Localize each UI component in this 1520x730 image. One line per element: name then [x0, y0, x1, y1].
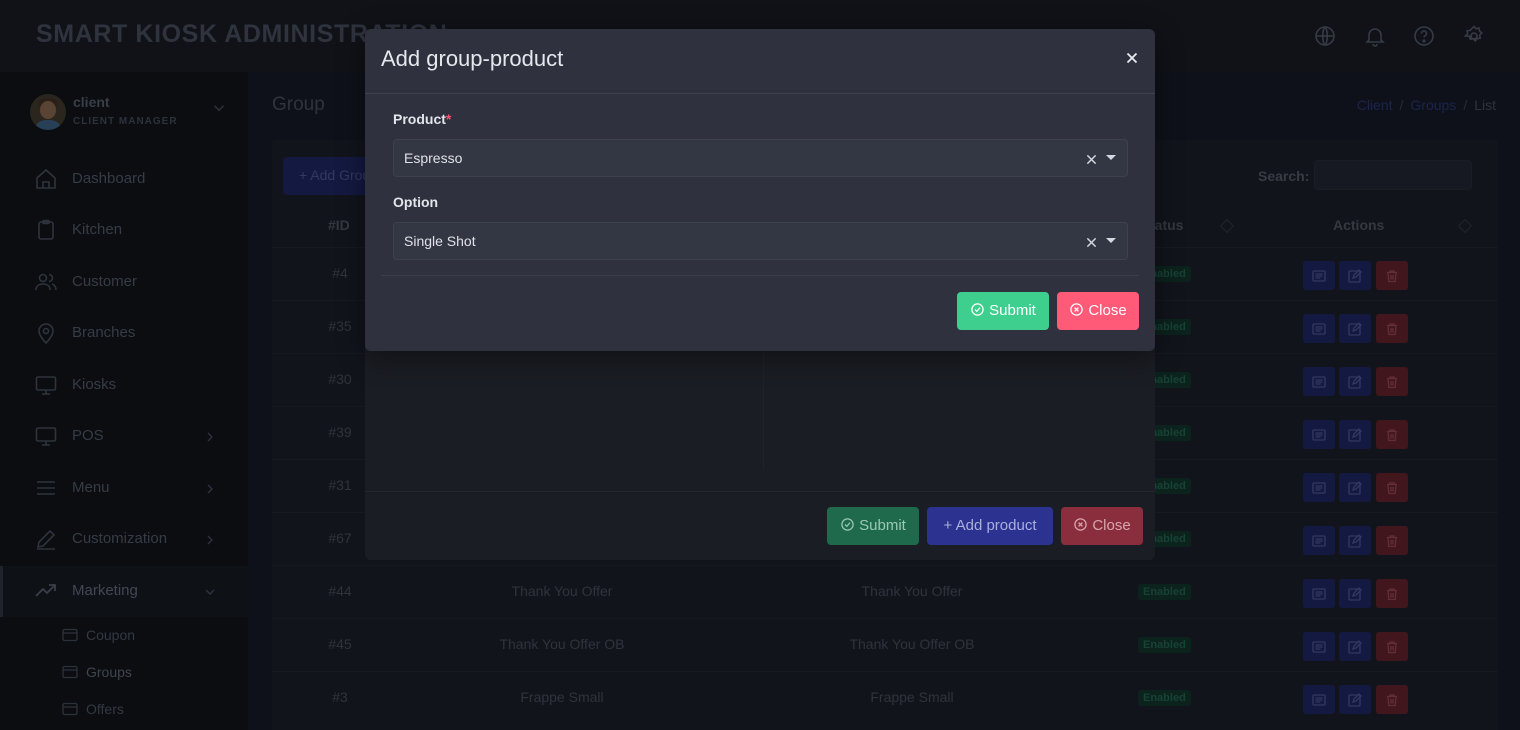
option-label: Option: [393, 194, 439, 210]
product-label: Product*: [393, 111, 452, 127]
modal-title: Add group-product: [381, 46, 564, 71]
required-mark: *: [445, 111, 452, 127]
option-select[interactable]: Single Shot: [393, 222, 1128, 260]
check-circle-icon: [841, 518, 854, 531]
add-product-button[interactable]: + Add product: [927, 507, 1053, 545]
add-group-product-modal: Add group-product Product* Espresso Opti…: [365, 29, 1155, 351]
check-circle-icon: [971, 303, 984, 316]
plus-icon: +: [943, 517, 956, 534]
back-submit-button[interactable]: Submit: [827, 507, 919, 545]
clear-icon[interactable]: [1086, 235, 1097, 248]
product-select-value: Espresso: [404, 150, 463, 166]
caret-down-icon[interactable]: [1106, 238, 1116, 243]
divider: [381, 275, 1139, 276]
option-select-value: Single Shot: [404, 233, 476, 249]
divider: [365, 93, 1155, 94]
close-button[interactable]: Close: [1057, 292, 1139, 330]
divider: [763, 350, 764, 470]
clear-icon[interactable]: [1086, 152, 1097, 165]
submit-button[interactable]: Submit: [957, 292, 1049, 330]
product-select[interactable]: Espresso: [393, 139, 1128, 177]
close-icon[interactable]: [1126, 51, 1138, 64]
x-circle-icon: [1070, 303, 1084, 316]
x-circle-icon: [1074, 518, 1088, 531]
back-close-button[interactable]: Close: [1061, 507, 1143, 545]
divider: [365, 491, 1155, 492]
caret-down-icon[interactable]: [1106, 155, 1116, 160]
